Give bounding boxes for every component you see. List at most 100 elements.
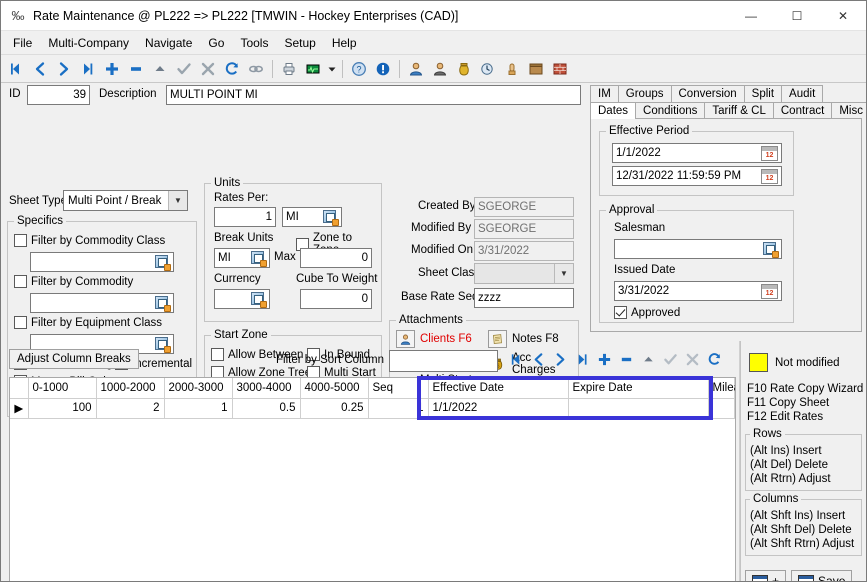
sheet-class-select[interactable]: ▼	[474, 263, 574, 284]
issued-date-field[interactable]: 3/31/2022	[614, 281, 782, 301]
col-3000-4000[interactable]: 3000-4000	[232, 378, 300, 398]
minimize-icon[interactable]: —	[728, 1, 774, 31]
filter-commodity-class-field[interactable]	[30, 252, 174, 272]
columns-insert[interactable]: (Alt Shft Ins) Insert	[750, 509, 859, 523]
print-icon[interactable]	[277, 57, 301, 81]
cell-4000-5000[interactable]: 0.25	[300, 398, 368, 418]
first-record-icon[interactable]	[4, 57, 28, 81]
col-expire-date[interactable]: Expire Date	[568, 378, 708, 398]
table-row[interactable]: ▶ 100 2 1 0.5 0.25 1 1/1/2022 12/31/2022…	[10, 398, 735, 418]
tab-misc[interactable]: Misc	[831, 102, 867, 119]
user-blue-icon[interactable]	[404, 57, 428, 81]
menu-file[interactable]: File	[5, 33, 40, 53]
effective-start-date-field[interactable]: 1/1/2022	[612, 143, 782, 163]
save-button[interactable]: Save	[791, 570, 852, 582]
col-seq[interactable]: Seq	[368, 378, 428, 398]
rates-per-unit-field[interactable]: MI	[282, 207, 342, 227]
check-icon[interactable]	[172, 57, 196, 81]
add-icon[interactable]	[100, 57, 124, 81]
description-field[interactable]: MULTI POINT MI	[166, 85, 581, 105]
sheet-type-select[interactable]: Multi Point / Break ▼	[63, 190, 188, 211]
col-1000-2000[interactable]: 1000-2000	[96, 378, 164, 398]
last-record-icon[interactable]	[76, 57, 100, 81]
dropdown-arrow-icon[interactable]	[325, 57, 338, 81]
grid-refresh-icon[interactable]	[704, 349, 725, 370]
grid-last-record-icon[interactable]	[572, 349, 593, 370]
filter-equipment-class-checkbox[interactable]: Filter by Equipment Class	[14, 316, 162, 329]
clock-icon[interactable]	[476, 57, 500, 81]
filter-commodity-checkbox[interactable]: Filter by Commodity	[14, 275, 133, 288]
menu-tools[interactable]: Tools	[232, 33, 276, 53]
columns-adjust[interactable]: (Alt Shft Rtrn) Adjust	[750, 537, 859, 551]
lookup-icon[interactable]	[251, 251, 266, 266]
approved-checkbox[interactable]: Approved	[614, 306, 680, 319]
base-rate-seq-field[interactable]: zzzz	[474, 288, 574, 308]
chevron-down-icon[interactable]: ▼	[554, 264, 573, 283]
box-icon[interactable]	[524, 57, 548, 81]
grid-previous-record-icon[interactable]	[528, 349, 549, 370]
cell-0-1000[interactable]: 100	[28, 398, 96, 418]
col-4000-5000[interactable]: 4000-5000	[300, 378, 368, 398]
calendar-icon[interactable]	[761, 169, 778, 184]
money-bag-icon[interactable]	[452, 57, 476, 81]
max-field[interactable]: 0	[300, 248, 372, 268]
lookup-icon[interactable]	[763, 242, 778, 257]
cancel-icon[interactable]	[196, 57, 220, 81]
refresh-icon[interactable]	[220, 57, 244, 81]
cell-3000-4000[interactable]: 0.5	[232, 398, 300, 418]
grid-next-record-icon[interactable]	[550, 349, 571, 370]
cell-2000-3000[interactable]: 1	[164, 398, 232, 418]
filter-commodity-field[interactable]	[30, 293, 174, 313]
effective-end-date-field[interactable]: 12/31/2022 11:59:59 PM	[612, 166, 782, 186]
rates-per-field[interactable]: 1	[214, 207, 276, 227]
tab-conversion[interactable]: Conversion	[671, 85, 745, 102]
grid-first-record-icon[interactable]	[506, 349, 527, 370]
monitor-icon[interactable]	[301, 57, 325, 81]
grid-cancel-icon[interactable]	[682, 349, 703, 370]
cell-effective-date[interactable]: 1/1/2022	[428, 398, 568, 418]
grid-up-arrow-icon[interactable]	[638, 349, 659, 370]
info-icon[interactable]	[371, 57, 395, 81]
filter-commodity-class-checkbox[interactable]: Filter by Commodity Class	[14, 234, 165, 247]
lookup-icon[interactable]	[323, 210, 338, 225]
lookup-icon[interactable]	[155, 255, 170, 270]
hand-icon[interactable]	[500, 57, 524, 81]
col-0-1000[interactable]: 0-1000	[28, 378, 96, 398]
up-arrow-icon[interactable]	[148, 57, 172, 81]
rows-adjust[interactable]: (Alt Rtrn) Adjust	[750, 472, 859, 486]
columns-delete[interactable]: (Alt Shft Del) Delete	[750, 523, 859, 537]
tab-conditions[interactable]: Conditions	[635, 102, 705, 119]
col-2000-3000[interactable]: 2000-3000	[164, 378, 232, 398]
tab-split[interactable]: Split	[744, 85, 782, 102]
maximize-icon[interactable]: ☐	[774, 1, 820, 31]
menu-navigate[interactable]: Navigate	[137, 33, 200, 53]
tab-contract[interactable]: Contract	[773, 102, 832, 119]
cell-expire-date[interactable]: 12/31/2022 11:59:59 PM	[568, 398, 708, 418]
next-record-icon[interactable]	[52, 57, 76, 81]
fkey-edit-rates[interactable]: F12 Edit Rates	[747, 410, 866, 424]
tab-im[interactable]: IM	[590, 85, 619, 102]
break-units-field[interactable]: MI	[214, 248, 270, 268]
rows-insert[interactable]: (Alt Ins) Insert	[750, 444, 859, 458]
user-gray-icon[interactable]	[428, 57, 452, 81]
grid-add-icon[interactable]	[594, 349, 615, 370]
cell-mileage[interactable]	[708, 398, 735, 418]
menu-help[interactable]: Help	[324, 33, 365, 53]
menu-setup[interactable]: Setup	[276, 33, 323, 53]
tab-tariff-cl[interactable]: Tariff & CL	[704, 102, 773, 119]
fkey-rate-copy-wizard[interactable]: F10 Rate Copy Wizard	[747, 382, 866, 396]
chevron-down-icon[interactable]: ▼	[168, 191, 187, 210]
tab-dates[interactable]: Dates	[590, 102, 636, 119]
previous-record-icon[interactable]	[28, 57, 52, 81]
help-icon[interactable]: ?	[347, 57, 371, 81]
lookup-icon[interactable]	[251, 292, 266, 307]
calendar-icon[interactable]	[761, 146, 778, 161]
rates-grid[interactable]: 0-1000 1000-2000 2000-3000 3000-4000 400…	[9, 377, 736, 582]
col-mileage[interactable]: Milea	[708, 378, 735, 398]
col-effective-date[interactable]: Effective Date	[428, 378, 568, 398]
adjust-column-breaks-button[interactable]: Adjust Column Breaks	[9, 349, 139, 369]
rows-delete[interactable]: (Alt Del) Delete	[750, 458, 859, 472]
grid-delete-icon[interactable]	[616, 349, 637, 370]
tab-groups[interactable]: Groups	[618, 85, 672, 102]
lookup-icon[interactable]	[155, 296, 170, 311]
